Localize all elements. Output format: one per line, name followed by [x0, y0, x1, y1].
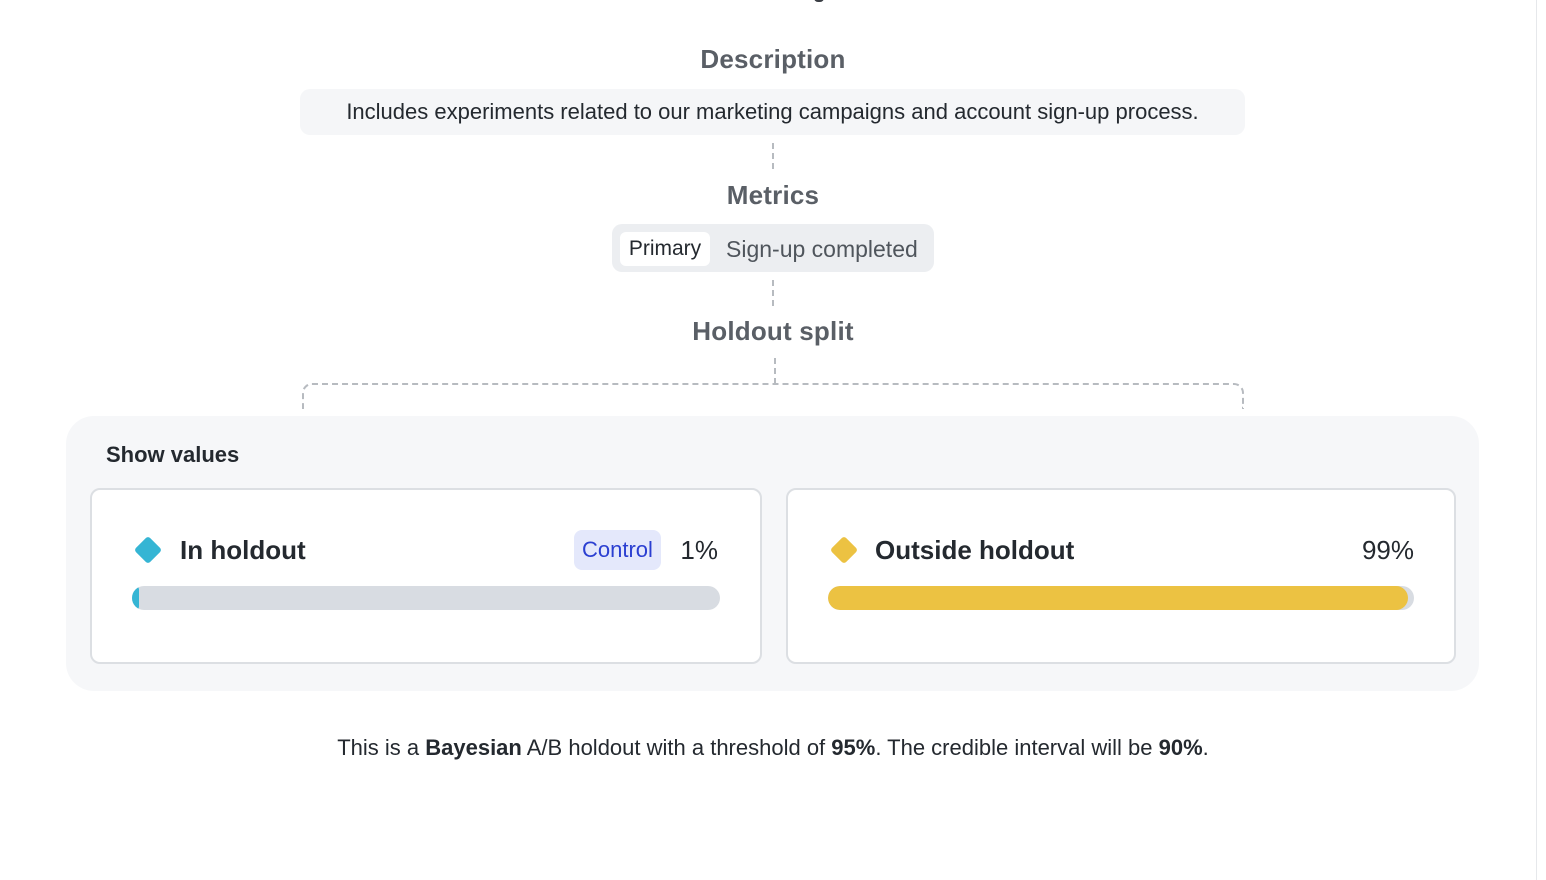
show-values-toggle[interactable]: Show values — [106, 442, 239, 468]
metric-type-tag: Primary — [620, 232, 710, 266]
holdout-split-panel: Show values In holdout Control 1% Outsid… — [66, 416, 1479, 691]
split-bracket — [302, 383, 1244, 409]
connector-line — [772, 143, 774, 169]
traffic-bar-fill — [132, 586, 140, 610]
holdout-overview-page: Description Includes experiments related… — [0, 0, 1546, 880]
control-badge: Control — [574, 530, 661, 570]
clipped-heading-fragment — [814, 0, 824, 2]
holdout-split-title: Holdout split — [692, 316, 854, 346]
description-title: Description — [700, 44, 846, 74]
summary-interval: 90% — [1158, 735, 1203, 760]
group-card-outside-holdout: Outside holdout 99% — [786, 488, 1456, 664]
group-percent: 1% — [680, 535, 718, 565]
holdout-summary: This is a Bayesian A/B holdout with a th… — [0, 732, 1546, 764]
metric-item[interactable]: Primary Sign-up completed — [612, 224, 934, 272]
summary-text: This is a — [337, 735, 426, 760]
group-percent: 99% — [1361, 535, 1414, 565]
group-label: In holdout — [180, 535, 306, 565]
group-label: Outside holdout — [875, 535, 1075, 565]
description-text: Includes experiments related to our mark… — [300, 89, 1245, 135]
summary-text: . The credible interval will be — [875, 735, 1159, 760]
connector-line — [774, 358, 776, 384]
diamond-icon — [829, 535, 859, 565]
traffic-bar-track — [828, 586, 1414, 610]
summary-method: Bayesian — [425, 735, 522, 760]
traffic-bar-fill — [828, 586, 1409, 610]
summary-threshold: 95% — [831, 735, 876, 760]
summary-text: . — [1202, 735, 1209, 760]
metric-name: Sign-up completed — [726, 236, 918, 262]
traffic-bar-track — [132, 586, 720, 610]
connector-line — [772, 280, 774, 306]
metrics-title: Metrics — [726, 180, 820, 210]
summary-text: A/B holdout with a threshold of — [521, 735, 832, 760]
group-card-in-holdout: In holdout Control 1% — [90, 488, 762, 664]
diamond-icon — [133, 535, 163, 565]
